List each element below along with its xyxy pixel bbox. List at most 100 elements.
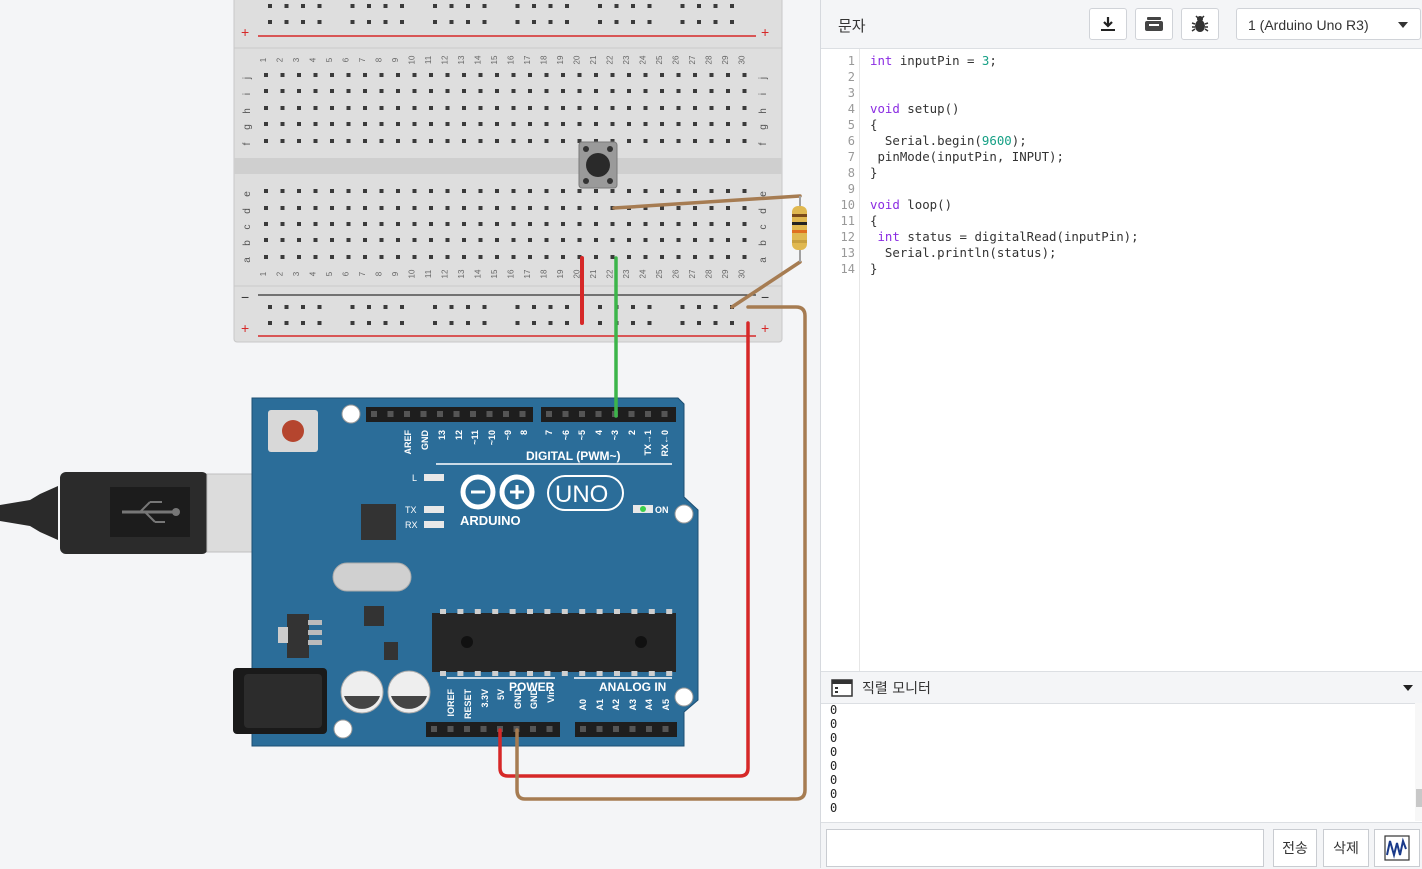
breadboard-hole[interactable] (400, 305, 404, 309)
header-pin[interactable] (629, 726, 636, 732)
breadboard-hole[interactable] (297, 189, 301, 193)
breadboard-hole[interactable] (363, 73, 367, 77)
header-pin[interactable] (546, 726, 553, 732)
breadboard-hole[interactable] (610, 222, 615, 226)
breadboard-hole[interactable] (264, 222, 268, 226)
breadboard-hole[interactable] (610, 73, 615, 77)
breadboard-hole[interactable] (627, 106, 631, 110)
header-pin[interactable] (595, 411, 602, 417)
breadboard-hole[interactable] (614, 20, 619, 24)
breadboard-hole[interactable] (544, 222, 549, 226)
breadboard-hole[interactable] (313, 222, 318, 226)
code-line-14[interactable]: } (870, 261, 877, 277)
breadboard-hole[interactable] (709, 189, 714, 193)
breadboard-hole[interactable] (412, 222, 417, 226)
breadboard-hole[interactable] (363, 222, 367, 226)
breadboard-hole[interactable] (317, 4, 322, 8)
breadboard-hole[interactable] (577, 189, 582, 193)
serial-monitor-header[interactable]: 직렬 모니터 (821, 671, 1422, 703)
code-line-4[interactable]: void setup() (870, 101, 960, 117)
breadboard-hole[interactable] (350, 20, 355, 24)
breadboard-hole[interactable] (478, 255, 483, 259)
breadboard-hole[interactable] (631, 305, 635, 309)
breadboard-hole[interactable] (482, 20, 487, 24)
breadboard-hole[interactable] (577, 89, 582, 93)
arduino-uno-board[interactable]: AREF GND 13 12 ~11 ~10 ~9 8 7 ~6 ~5 4 ~3 2 TX→1 RX←0 IOR… (233, 397, 699, 747)
breadboard-hole[interactable] (561, 89, 565, 93)
breadboard-hole[interactable] (297, 255, 301, 259)
breadboard-hole[interactable] (598, 4, 602, 8)
breadboard-hole[interactable] (610, 122, 615, 126)
breadboard-hole[interactable] (548, 20, 553, 24)
breadboard-hole[interactable] (445, 255, 450, 259)
breadboard-hole[interactable] (482, 4, 487, 8)
breadboard-hole[interactable] (594, 122, 598, 126)
breadboard-hole[interactable] (264, 189, 268, 193)
breadboard-hole[interactable] (495, 189, 499, 193)
breadboard-hole[interactable] (565, 4, 569, 8)
breadboard-hole[interactable] (429, 106, 433, 110)
breadboard-hole[interactable] (363, 89, 367, 93)
breadboard-hole[interactable] (445, 238, 450, 242)
breadboard-hole[interactable] (379, 139, 384, 143)
breadboard-hole[interactable] (511, 122, 516, 126)
breadboard-hole[interactable] (466, 20, 470, 24)
breadboard-hole[interactable] (433, 20, 437, 24)
breadboard-hole[interactable] (515, 20, 520, 24)
code-line-12[interactable]: int status = digitalRead(inputPin); (870, 229, 1138, 245)
breadboard-hole[interactable] (449, 305, 454, 309)
breadboard-hole[interactable] (709, 238, 714, 242)
breadboard-hole[interactable] (346, 206, 351, 210)
breadboard-hole[interactable] (598, 20, 602, 24)
breadboard-hole[interactable] (676, 139, 681, 143)
breadboard-hole[interactable] (482, 305, 487, 309)
breadboard-hole[interactable] (561, 189, 565, 193)
breadboard-hole[interactable] (284, 305, 289, 309)
breadboard-hole[interactable] (515, 4, 520, 8)
breadboard-hole[interactable] (643, 189, 648, 193)
breadboard-hole[interactable] (680, 4, 685, 8)
header-pin[interactable] (453, 411, 460, 417)
breadboard-hole[interactable] (445, 206, 450, 210)
breadboard-hole[interactable] (462, 255, 466, 259)
header-pin[interactable] (661, 411, 668, 417)
header-pin[interactable] (371, 411, 377, 417)
breadboard-hole[interactable] (561, 106, 565, 110)
breadboard-hole[interactable] (544, 189, 549, 193)
breadboard-hole[interactable] (631, 20, 635, 24)
code-line-6[interactable]: Serial.begin(9600); (870, 133, 1027, 149)
breadboard-hole[interactable] (330, 222, 334, 226)
breadboard-hole[interactable] (565, 305, 569, 309)
breadboard-hole[interactable] (462, 122, 466, 126)
breadboard-hole[interactable] (379, 189, 384, 193)
breadboard-hole[interactable] (680, 305, 685, 309)
breadboard-hole[interactable] (577, 238, 582, 242)
breadboard-hole[interactable] (280, 106, 285, 110)
breadboard-hole[interactable] (610, 89, 615, 93)
breadboard-hole[interactable] (280, 189, 285, 193)
breadboard-hole[interactable] (383, 305, 388, 309)
breadboard-hole[interactable] (268, 321, 272, 325)
breadboard-hole[interactable] (730, 4, 734, 8)
breadboard-hole[interactable] (511, 139, 516, 143)
breadboard-hole[interactable] (594, 106, 598, 110)
breadboard-hole[interactable] (643, 122, 648, 126)
breadboard-hole[interactable] (330, 238, 334, 242)
breadboard-hole[interactable] (598, 321, 602, 325)
breadboard-hole[interactable] (594, 73, 598, 77)
code-line-13[interactable]: Serial.println(status); (870, 245, 1057, 261)
breadboard-hole[interactable] (429, 89, 433, 93)
breadboard-hole[interactable] (730, 20, 734, 24)
breadboard-hole[interactable] (478, 238, 483, 242)
breadboard-hole[interactable] (709, 122, 714, 126)
breadboard-hole[interactable] (412, 206, 417, 210)
breadboard-hole[interactable] (478, 189, 483, 193)
breadboard-hole[interactable] (709, 255, 714, 259)
breadboard-hole[interactable] (445, 189, 450, 193)
breadboard-hole[interactable] (433, 321, 437, 325)
breadboard-hole[interactable] (528, 122, 532, 126)
breadboard-hole[interactable] (643, 255, 648, 259)
breadboard-hole[interactable] (676, 206, 681, 210)
breadboard-hole[interactable] (363, 106, 367, 110)
breadboard-hole[interactable] (680, 20, 685, 24)
